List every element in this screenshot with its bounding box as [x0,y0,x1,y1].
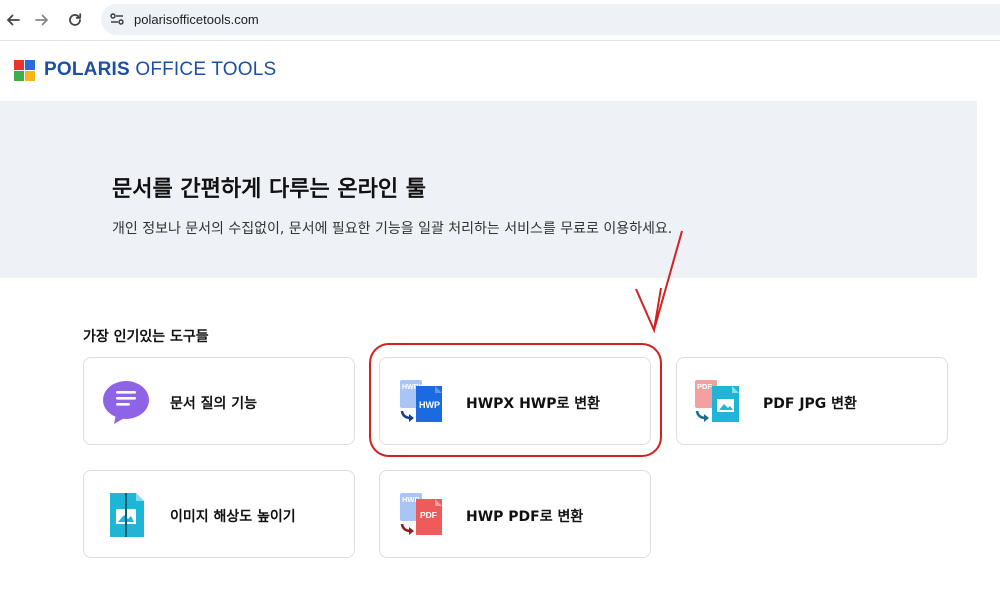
site-logo[interactable]: POLARIS OFFICE TOOLS [14,59,276,81]
hwp-to-pdf-icon: HWP PDF [400,493,442,535]
section-title: 가장 인기있는 도구들 [83,329,209,345]
icon-text: PDF [420,510,437,520]
address-bar[interactable]: polarisofficetools.com [101,4,1000,35]
hero-banner: 문서를 간편하게 다루는 온라인 툴 개인 정보나 문서의 수집없이, 문서에 … [0,101,977,278]
site-info-icon[interactable] [109,11,125,27]
url-text[interactable]: polarisofficetools.com [134,12,259,27]
tool-card-document-qa[interactable]: 문서 질의 기능 [83,357,355,445]
chat-document-icon [103,381,149,424]
back-button[interactable] [0,7,26,33]
reload-button[interactable] [62,7,88,33]
logo-mark-icon [14,59,35,81]
tool-label: PDF JPG 변환 [763,396,857,412]
back-icon [6,14,20,26]
icon-text: PDF [697,382,712,391]
browser-toolbar: polarisofficetools.com [0,0,1000,41]
forward-button[interactable] [29,7,55,33]
tool-label: HWP PDF로 변환 [466,509,584,525]
tool-card-hwp-to-pdf[interactable]: HWP PDF HWP PDF로 변환 [379,470,651,558]
tool-card-image-upscale[interactable]: 이미지 해상도 높이기 [83,470,355,558]
tool-card-hwpx-to-hwp[interactable]: HWPX HWP HWPX HWP로 변환 [379,357,651,445]
tool-label: 이미지 해상도 높이기 [170,509,296,525]
tool-label: 문서 질의 기능 [170,396,258,412]
image-upscale-icon [110,493,144,537]
tool-card-pdf-to-jpg[interactable]: PDF PDF JPG 변환 [676,357,948,445]
hero-subtitle: 개인 정보나 문서의 수집없이, 문서에 필요한 기능을 일괄 처리하는 서비스… [112,221,673,237]
hwpx-to-hwp-icon: HWPX HWP [400,380,442,422]
tool-label: HWPX HWP로 변환 [466,396,601,412]
icon-text: HWP [419,400,440,410]
reload-icon [69,13,82,26]
pdf-to-jpg-icon: PDF [695,380,739,422]
hero-title: 문서를 간편하게 다루는 온라인 툴 [112,177,426,202]
logo-text: POLARIS OFFICE TOOLS [44,59,277,80]
forward-icon [35,14,49,26]
